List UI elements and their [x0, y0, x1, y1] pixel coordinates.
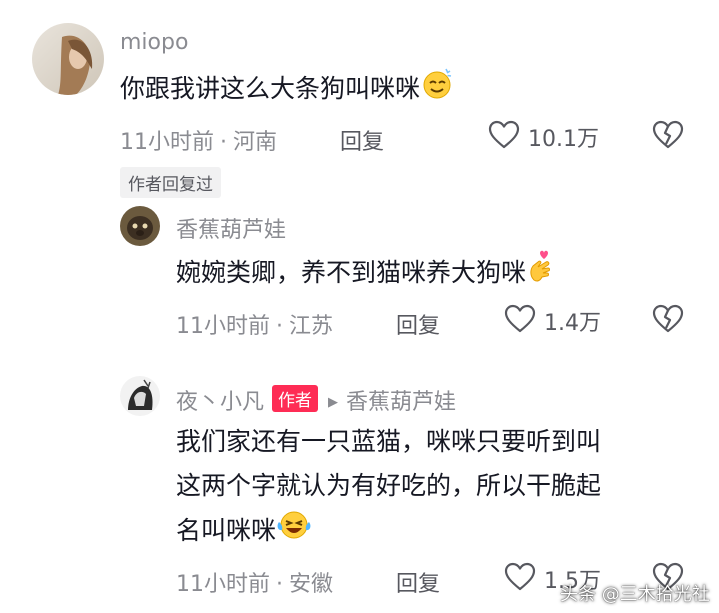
username[interactable]: 香蕉葫芦娃 [176, 212, 286, 244]
finger-heart-emoji-icon [526, 250, 556, 298]
broken-heart-icon [652, 120, 684, 154]
reply-button[interactable]: 回复 [396, 566, 440, 598]
reply-text-line-last: 名叫咪咪 [176, 508, 601, 556]
avatar-xiangjiao[interactable] [120, 206, 160, 246]
heart-outline-icon [504, 304, 536, 338]
reply-to-username[interactable]: 香蕉葫芦娃 [346, 390, 456, 415]
comment-time: 11小时前 [120, 130, 214, 155]
reply-text: 婉婉类卿，养不到猫咪养大狗咪 [176, 250, 556, 298]
comment-text: 你跟我讲这么大条狗叫咪咪 [120, 66, 454, 114]
smile-sweat-emoji-icon [420, 66, 454, 114]
dislike-button[interactable] [652, 120, 684, 154]
watermark: 头条 @三木拾光社 [560, 584, 710, 605]
comment-text-content: 你跟我讲这么大条狗叫咪咪 [120, 74, 421, 103]
meta-separator: · [276, 314, 283, 339]
author-tag: 作者 [272, 385, 319, 412]
dislike-button[interactable] [652, 304, 684, 338]
laughing-tears-emoji-icon [276, 508, 312, 556]
broken-heart-icon [652, 304, 684, 338]
meta-separator: · [276, 572, 283, 597]
author-username-line: 夜丶小凡 作者 ▶ 香蕉葫芦娃 [176, 384, 456, 416]
like-count: 1.4万 [544, 311, 601, 336]
author-replied-badge: 作者回复过 [120, 167, 221, 198]
reply-location: 江苏 [289, 314, 334, 339]
avatar-ye-xiaofan[interactable] [120, 376, 160, 416]
meta-separator: · [220, 130, 227, 155]
heart-outline-icon [504, 562, 536, 596]
reply-button[interactable]: 回复 [340, 124, 384, 156]
heart-outline-icon [488, 120, 520, 154]
reply-time: 11小时前 [176, 572, 270, 597]
reply-text-line: 我们家还有一只蓝猫，咪咪只要听到叫 [176, 427, 602, 456]
reply-to-arrow-icon: ▶ [328, 395, 339, 410]
reply-text: 我们家还有一只蓝猫，咪咪只要听到叫 这两个字就认为有好吃的，所以干脆起 名叫咪咪 [176, 420, 601, 556]
comment-meta: 11小时前 · 河南 [120, 124, 277, 156]
like-button[interactable]: 10.1万 [488, 120, 599, 154]
reply-text-line: 这两个字就认为有好吃的，所以干脆起 [176, 471, 602, 500]
username[interactable]: 夜丶小凡 [176, 390, 264, 415]
comment-location: 河南 [233, 130, 278, 155]
username[interactable]: miopo [120, 30, 188, 55]
reply-text-content: 名叫咪咪 [176, 516, 277, 545]
like-button[interactable]: 1.4万 [504, 304, 601, 338]
reply-location: 安徽 [289, 572, 334, 597]
reply-button[interactable]: 回复 [396, 308, 440, 340]
reply-meta: 11小时前 · 江苏 [176, 308, 333, 340]
like-count: 10.1万 [528, 127, 599, 152]
reply-text-content: 婉婉类卿，养不到猫咪养大狗咪 [176, 258, 527, 287]
reply-time: 11小时前 [176, 314, 270, 339]
reply-meta: 11小时前 · 安徽 [176, 566, 333, 598]
avatar-miopo[interactable] [32, 23, 104, 95]
